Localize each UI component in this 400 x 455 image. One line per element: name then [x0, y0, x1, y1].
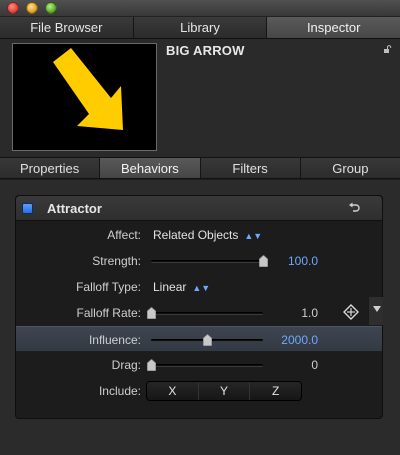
- tab-group[interactable]: Group: [300, 158, 400, 178]
- behavior-enable-checkbox[interactable]: [22, 203, 33, 214]
- falloff-type-value: Linear: [153, 280, 187, 294]
- animation-menu-button[interactable]: [368, 297, 383, 325]
- tab-properties[interactable]: Properties: [0, 158, 101, 178]
- inspector-content: Attractor Affect: Related Objects ▲▼ Stre…: [0, 180, 400, 455]
- zoom-button[interactable]: [45, 2, 57, 14]
- include-segmented-control: X Y Z: [146, 381, 302, 401]
- tab-file-browser[interactable]: File Browser: [0, 17, 134, 38]
- popup-arrows-icon: ▲▼: [192, 283, 211, 293]
- strength-label: Strength:: [92, 254, 141, 268]
- tab-filters[interactable]: Filters: [200, 158, 301, 178]
- include-label: Include:: [98, 384, 141, 398]
- arrow-icon: [53, 48, 123, 130]
- top-tab-bar: File Browser Library Inspector: [0, 17, 400, 39]
- param-drag-row: Drag: 0: [16, 352, 382, 378]
- falloff-rate-slider-knob[interactable]: [146, 307, 156, 319]
- behavior-panel: Attractor Affect: Related Objects ▲▼ Stre…: [15, 195, 383, 419]
- tab-behaviors[interactable]: Behaviors: [100, 158, 201, 178]
- tab-inspector[interactable]: Inspector: [267, 17, 400, 38]
- minimize-button[interactable]: [26, 2, 38, 14]
- influence-slider-knob[interactable]: [202, 334, 212, 346]
- falloff-rate-slider[interactable]: [146, 307, 263, 319]
- affect-value: Related Objects: [153, 228, 239, 242]
- affect-label: Affect:: [107, 228, 141, 242]
- param-strength-row: Strength: 100.0: [16, 248, 382, 274]
- influence-value[interactable]: 2000.0: [281, 333, 318, 347]
- strength-value[interactable]: 100.0: [288, 254, 318, 268]
- window-titlebar: [0, 0, 400, 17]
- inspector-tab-bar: Properties Behaviors Filters Group: [0, 157, 400, 179]
- param-affect-row: Affect: Related Objects ▲▼: [16, 222, 382, 248]
- falloff-rate-value[interactable]: 1.0: [301, 306, 318, 320]
- close-button[interactable]: [7, 2, 19, 14]
- influence-label: Influence:: [88, 333, 141, 347]
- include-x-button[interactable]: X: [147, 382, 199, 400]
- param-falloff-rate-row: Falloff Rate: 1.0: [16, 300, 382, 326]
- preview-thumbnail: [12, 43, 157, 151]
- include-z-button[interactable]: Z: [250, 382, 301, 400]
- drag-value[interactable]: 0: [311, 358, 318, 372]
- behavior-header: Attractor: [16, 196, 382, 221]
- reset-icon[interactable]: [348, 202, 360, 214]
- clip-name: BIG ARROW: [166, 43, 245, 58]
- falloff-rate-label: Falloff Rate:: [76, 306, 141, 320]
- inspector-header: BIG ARROW: [0, 39, 400, 157]
- popup-arrows-icon: ▲▼: [244, 231, 263, 241]
- param-falloff-type-row: Falloff Type: Linear ▲▼: [16, 274, 382, 300]
- keyframe-icon[interactable]: [343, 304, 359, 320]
- influence-slider[interactable]: [151, 334, 263, 346]
- drag-slider-knob[interactable]: [146, 359, 156, 371]
- param-influence-row: Influence: 2000.0: [16, 326, 382, 352]
- falloff-type-label: Falloff Type:: [76, 280, 141, 294]
- chevron-down-icon: [373, 306, 381, 312]
- strength-slider-knob[interactable]: [258, 255, 268, 267]
- lock-icon[interactable]: [383, 45, 392, 54]
- affect-popup[interactable]: Related Objects ▲▼: [153, 228, 262, 242]
- falloff-type-popup[interactable]: Linear ▲▼: [153, 280, 210, 294]
- param-include-row: Include: X Y Z: [16, 378, 382, 404]
- include-y-button[interactable]: Y: [198, 382, 251, 400]
- drag-slider[interactable]: [146, 359, 263, 371]
- tab-library[interactable]: Library: [133, 17, 268, 38]
- strength-slider[interactable]: [151, 255, 268, 267]
- drag-label: Drag:: [111, 358, 141, 372]
- behavior-title: Attractor: [47, 201, 102, 216]
